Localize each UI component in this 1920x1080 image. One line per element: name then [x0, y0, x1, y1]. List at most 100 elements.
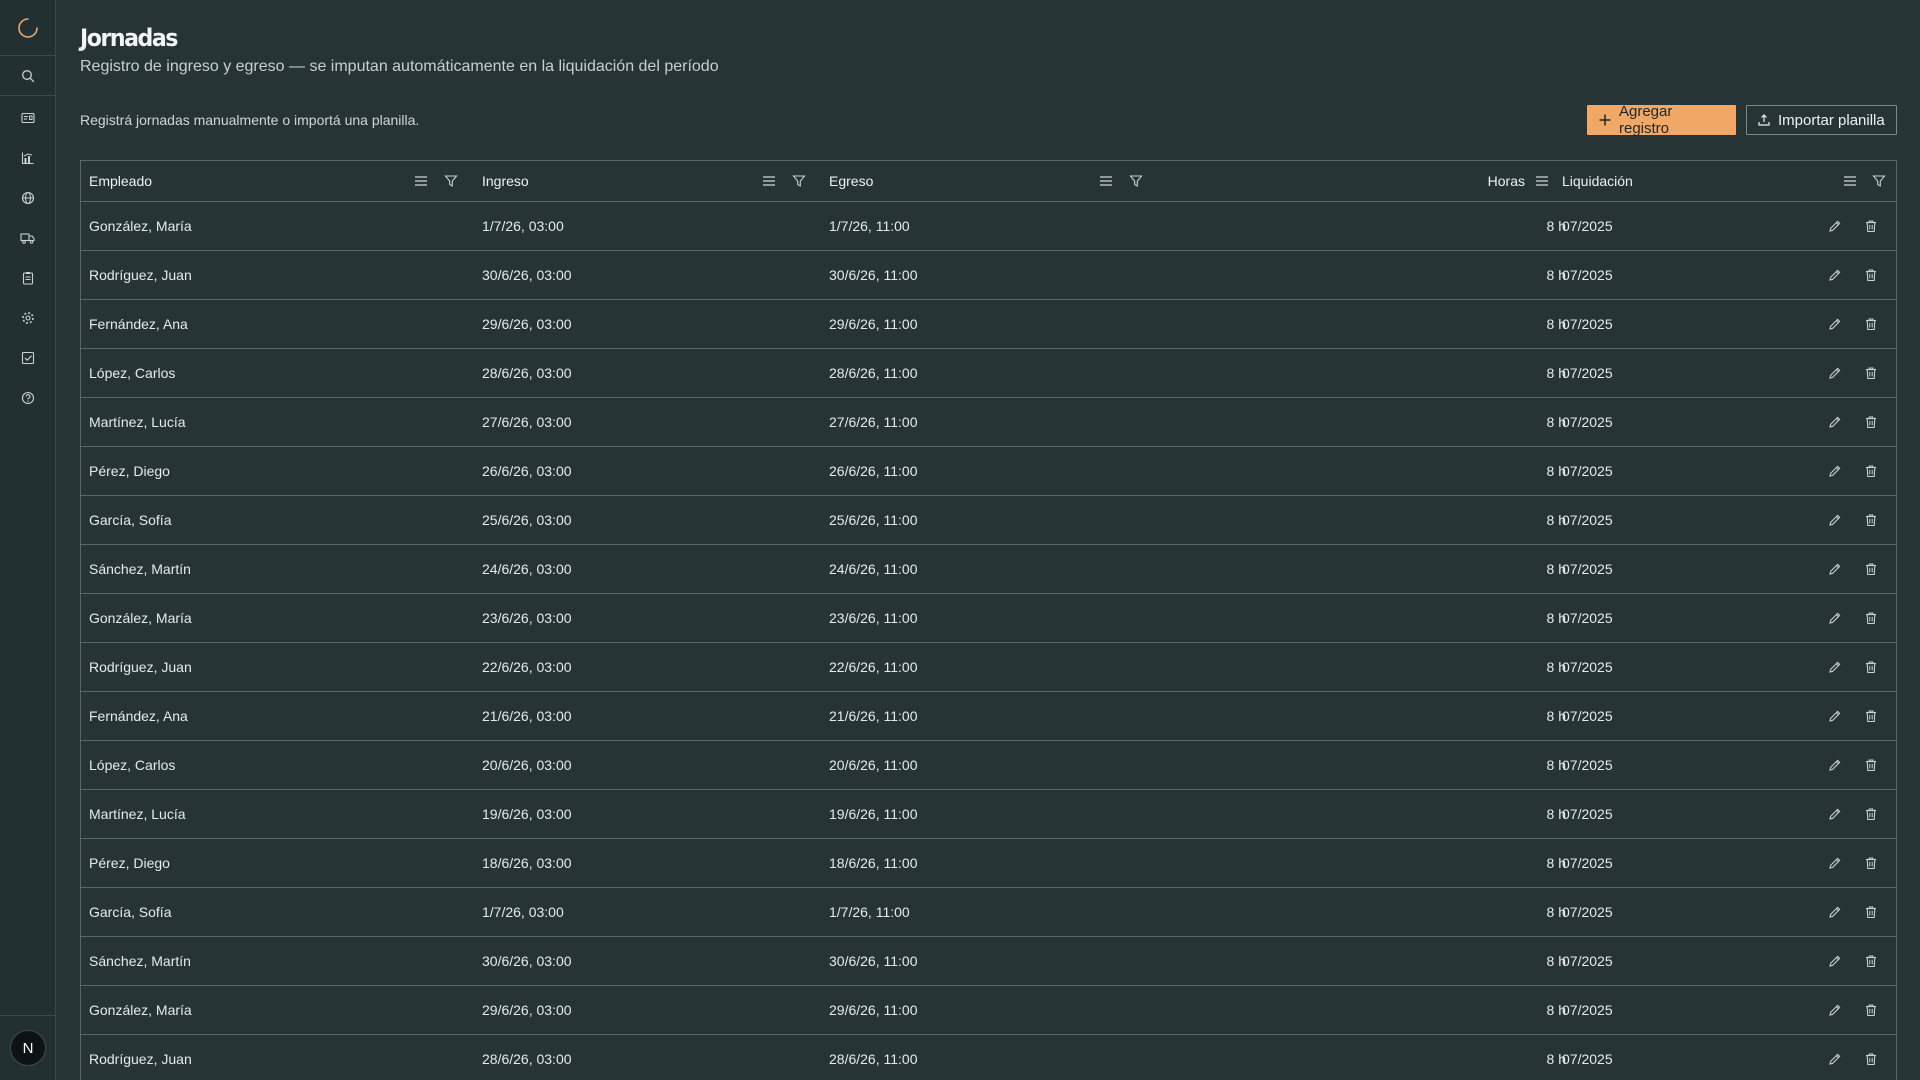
table-row[interactable]: Pérez, Diego 18/6/26, 03:00 18/6/26, 11:00…: [81, 839, 1896, 888]
cell-liquidacion: 07/2025: [1562, 953, 1613, 969]
trash-icon[interactable]: [1863, 659, 1879, 675]
cell-empleado: Rodríguez, Juan: [89, 659, 192, 675]
filter-icon[interactable]: [1128, 173, 1144, 189]
sidebar-item-globe[interactable]: [0, 178, 55, 218]
edit-icon[interactable]: [1827, 267, 1843, 283]
trash-icon[interactable]: [1863, 414, 1879, 430]
trash-icon[interactable]: [1863, 218, 1879, 234]
plus-icon: [1598, 113, 1612, 127]
table-row[interactable]: González, María 1/7/26, 03:00 1/7/26, 11:0…: [81, 202, 1896, 251]
edit-icon[interactable]: [1827, 1002, 1843, 1018]
trash-icon[interactable]: [1863, 610, 1879, 626]
table-row[interactable]: Sánchez, Martín 30/6/26, 03:00 30/6/26, 11…: [81, 937, 1896, 986]
edit-icon[interactable]: [1827, 1051, 1843, 1067]
edit-icon[interactable]: [1827, 757, 1843, 773]
column-menu-icon[interactable]: [1842, 173, 1858, 189]
trash-icon[interactable]: [1863, 757, 1879, 773]
cell-horas: 8 h: [1546, 806, 1566, 822]
column-menu-icon[interactable]: [761, 173, 777, 189]
edit-icon[interactable]: [1827, 610, 1843, 626]
table-row[interactable]: Martínez, Lucía 19/6/26, 03:00 19/6/26, 11…: [81, 790, 1896, 839]
edit-icon[interactable]: [1827, 953, 1843, 969]
table-row[interactable]: Sánchez, Martín 24/6/26, 03:00 24/6/26, 11…: [81, 545, 1896, 594]
sidebar-item-help[interactable]: [0, 378, 55, 418]
help-icon: [21, 391, 35, 405]
trash-icon[interactable]: [1863, 904, 1879, 920]
filter-icon[interactable]: [1871, 173, 1887, 189]
trash-icon[interactable]: [1863, 267, 1879, 283]
cell-liquidacion: 07/2025: [1562, 1051, 1613, 1067]
table-row[interactable]: López, Carlos 28/6/26, 03:00 28/6/26, 11:0…: [81, 349, 1896, 398]
table-row[interactable]: Fernández, Ana 21/6/26, 03:00 21/6/26, 11:…: [81, 692, 1896, 741]
trash-icon[interactable]: [1863, 806, 1879, 822]
sidebar-search-button[interactable]: [0, 56, 55, 96]
edit-icon[interactable]: [1827, 708, 1843, 724]
table-row[interactable]: González, María 23/6/26, 03:00 23/6/26, 11…: [81, 594, 1896, 643]
table-row[interactable]: Fernández, Ana 29/6/26, 03:00 29/6/26, 11:…: [81, 300, 1896, 349]
filter-icon[interactable]: [443, 173, 459, 189]
edit-icon[interactable]: [1827, 855, 1843, 871]
sidebar-item-chart[interactable]: [0, 138, 55, 178]
column-menu-icon[interactable]: [1098, 173, 1114, 189]
table-row[interactable]: González, María 29/6/26, 03:00 29/6/26, 11…: [81, 986, 1896, 1035]
cell-ingreso: 28/6/26, 03:00: [482, 365, 572, 381]
edit-icon[interactable]: [1827, 414, 1843, 430]
cell-egreso: 18/6/26, 11:00: [829, 855, 918, 871]
table-row[interactable]: Martínez, Lucía 27/6/26, 03:00 27/6/26, 11…: [81, 398, 1896, 447]
table-row[interactable]: Pérez, Diego 26/6/26, 03:00 26/6/26, 11:00…: [81, 447, 1896, 496]
cell-empleado: García, Sofía: [89, 512, 172, 528]
edit-icon[interactable]: [1827, 659, 1843, 675]
sidebar-item-id-card[interactable]: [0, 98, 55, 138]
trash-icon[interactable]: [1863, 1051, 1879, 1067]
cell-liquidacion: 07/2025: [1562, 316, 1613, 332]
column-header-egreso[interactable]: Egreso: [829, 161, 873, 201]
filter-icon[interactable]: [791, 173, 807, 189]
app-logo[interactable]: [0, 0, 55, 56]
column-menu-icon[interactable]: [1534, 173, 1550, 189]
column-header-ingreso[interactable]: Ingreso: [482, 161, 529, 201]
add-record-button[interactable]: Agregar registro: [1587, 103, 1736, 137]
import-sheet-button[interactable]: Importar planilla: [1746, 105, 1897, 135]
trash-icon[interactable]: [1863, 953, 1879, 969]
cell-horas: 8 h: [1546, 218, 1566, 234]
sidebar-item-truck[interactable]: [0, 218, 55, 258]
column-menu-icon[interactable]: [413, 173, 429, 189]
trash-icon[interactable]: [1863, 708, 1879, 724]
avatar[interactable]: N: [10, 1030, 46, 1066]
trash-icon[interactable]: [1863, 855, 1879, 871]
cell-empleado: Fernández, Ana: [89, 316, 188, 332]
trash-icon[interactable]: [1863, 365, 1879, 381]
edit-icon[interactable]: [1827, 904, 1843, 920]
cell-horas: 8 h: [1546, 708, 1566, 724]
edit-icon[interactable]: [1827, 218, 1843, 234]
edit-icon[interactable]: [1827, 463, 1843, 479]
sidebar-item-clipboard[interactable]: [0, 258, 55, 298]
cell-empleado: Sánchez, Martín: [89, 561, 191, 577]
trash-icon[interactable]: [1863, 512, 1879, 528]
table-row[interactable]: Rodríguez, Juan 28/6/26, 03:00 28/6/26, 11…: [81, 1035, 1896, 1080]
edit-icon[interactable]: [1827, 365, 1843, 381]
trash-icon[interactable]: [1863, 463, 1879, 479]
cell-ingreso: 29/6/26, 03:00: [482, 316, 572, 332]
trash-icon[interactable]: [1863, 1002, 1879, 1018]
trash-icon[interactable]: [1863, 316, 1879, 332]
cell-empleado: López, Carlos: [89, 365, 176, 381]
cell-ingreso: 21/6/26, 03:00: [482, 708, 572, 724]
column-header-horas[interactable]: Horas: [1251, 161, 1525, 201]
edit-icon[interactable]: [1827, 561, 1843, 577]
edit-icon[interactable]: [1827, 512, 1843, 528]
table-row[interactable]: Rodríguez, Juan 30/6/26, 03:00 30/6/26, 11…: [81, 251, 1896, 300]
chart-icon: [21, 151, 35, 165]
sidebar-item-settings[interactable]: [0, 298, 55, 338]
column-header-liquidacion[interactable]: Liquidación: [1562, 161, 1633, 201]
sidebar-item-checklist[interactable]: [0, 338, 55, 378]
edit-icon[interactable]: [1827, 806, 1843, 822]
cell-ingreso: 18/6/26, 03:00: [482, 855, 572, 871]
edit-icon[interactable]: [1827, 316, 1843, 332]
table-row[interactable]: García, Sofía 25/6/26, 03:00 25/6/26, 11:0…: [81, 496, 1896, 545]
column-header-empleado[interactable]: Empleado: [89, 161, 152, 201]
trash-icon[interactable]: [1863, 561, 1879, 577]
table-row[interactable]: Rodríguez, Juan 22/6/26, 03:00 22/6/26, 11…: [81, 643, 1896, 692]
table-row[interactable]: López, Carlos 20/6/26, 03:00 20/6/26, 11:0…: [81, 741, 1896, 790]
table-row[interactable]: García, Sofía 1/7/26, 03:00 1/7/26, 11:00 8…: [81, 888, 1896, 937]
